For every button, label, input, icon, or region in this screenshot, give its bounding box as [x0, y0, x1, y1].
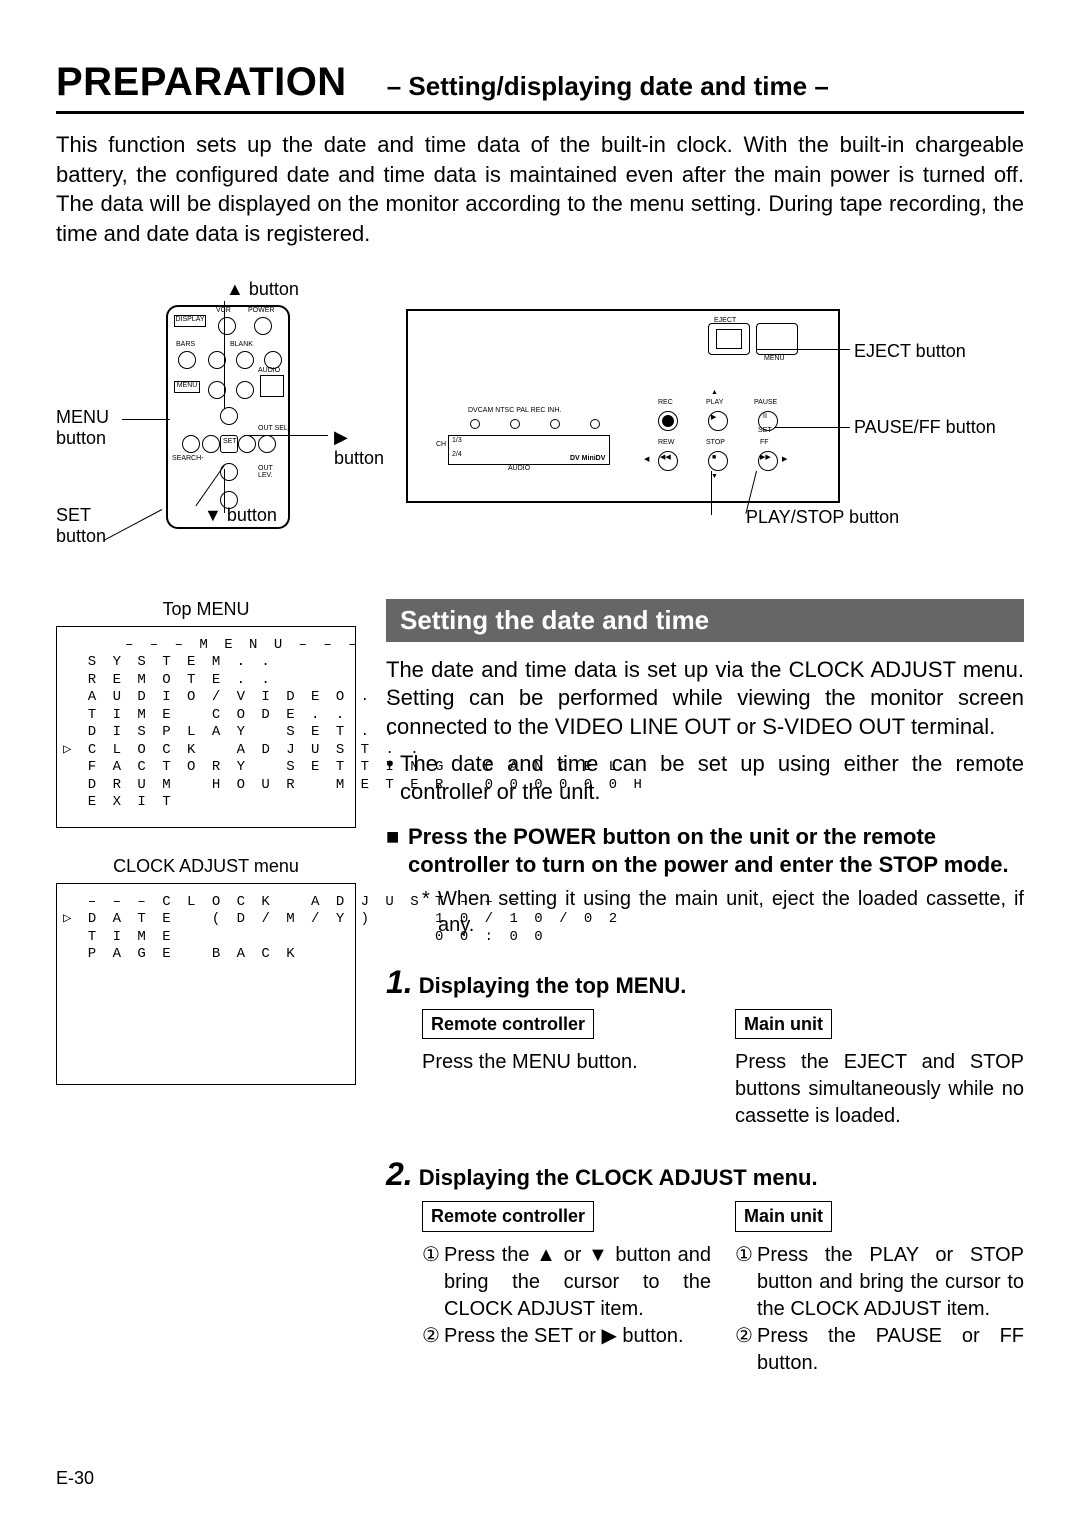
step-col-unit: Main unit Press the EJECT and STOP button… [735, 1009, 1024, 1130]
clock-menu-box: – – – C L O C K A D J U S T – – – ▷ D A … [56, 883, 356, 1085]
method-label: Main unit [735, 1009, 832, 1039]
step-line: ①Press the ▲ or ▼ button and bring the c… [422, 1242, 711, 1323]
step-col-remote: Remote controller ①Press the ▲ or ▼ butto… [422, 1201, 711, 1376]
menu-button-label: MENU button [56, 407, 126, 449]
deck-outline: EJECT MENU DVCAM NTSC PAL REC INH. 1/3 C… [406, 309, 840, 503]
step-number: 2. [386, 1156, 413, 1193]
up-button-label: button [226, 279, 299, 300]
remote-diagram: button button button MENU button SET but… [56, 279, 356, 559]
pause-ff-button-label: PAUSE/FF button [854, 417, 996, 438]
page-number: E-30 [56, 1468, 94, 1489]
set-button-label: SET button [56, 505, 126, 547]
section-title-bar: Setting the date and time [386, 599, 1024, 642]
top-menu-title: Top MENU [56, 599, 356, 620]
step-line: ①Press the PLAY or STOP button and bring… [735, 1242, 1024, 1323]
step-line: Press the EJECT and STOP buttons simulta… [735, 1049, 1024, 1130]
header-subtitle: – Setting/displaying date and time – [387, 71, 829, 102]
lower-columns: Top MENU – – – M E N U – – – S Y S T E M… [56, 599, 1024, 1377]
method-label: Main unit [735, 1201, 832, 1231]
method-label: Remote controller [422, 1201, 594, 1231]
right-instruction-column: Setting the date and time The date and t… [386, 599, 1024, 1377]
diagram-row: button button button MENU button SET but… [56, 279, 1024, 559]
steps-container: 1.Displaying the top MENU. Remote control… [386, 964, 1024, 1377]
step-two-col: Remote controller ①Press the ▲ or ▼ butto… [422, 1201, 1024, 1376]
eject-button-label: EJECT button [854, 341, 966, 362]
power-sub-note: * When setting it using the main unit, e… [422, 886, 1024, 938]
page-header: PREPARATION – Setting/displaying date an… [56, 60, 1024, 114]
deck-diagram: EJECT button PAUSE/FF button PLAY/STOP b… [386, 279, 996, 559]
step-line: ②Press the SET or ▶ button. [422, 1323, 711, 1350]
method-label: Remote controller [422, 1009, 594, 1039]
step-title: Displaying the top MENU. [419, 973, 687, 1001]
step-line: Press the MENU button. [422, 1049, 711, 1076]
remote-outline: DISPLAY VCR POWER BARS BLANK MENU AUDIO … [166, 305, 290, 529]
step-heading: 2.Displaying the CLOCK ADJUST menu. [386, 1156, 1024, 1193]
setting-intro-paragraph: The date and time data is set up via the… [386, 656, 1024, 742]
step-two-col: Remote controller Press the MENU button. M… [422, 1009, 1024, 1130]
step-line: ②Press the PAUSE or FF button. [735, 1323, 1024, 1377]
step-heading: 1.Displaying the top MENU. [386, 964, 1024, 1001]
header-title: PREPARATION [56, 60, 347, 105]
power-heading: ■ Press the POWER button on the unit or … [386, 823, 1024, 880]
play-stop-button-label: PLAY/STOP button [746, 507, 899, 528]
left-menu-column: Top MENU – – – M E N U – – – S Y S T E M… [56, 599, 356, 1377]
right-button-label: button [334, 427, 384, 469]
intro-paragraph: This function sets up the date and time … [56, 130, 1024, 249]
setting-bullet: • The date and time can be set up using … [386, 750, 1024, 807]
step-title: Displaying the CLOCK ADJUST menu. [419, 1165, 818, 1193]
step-number: 1. [386, 964, 413, 1001]
top-menu-box: – – – M E N U – – – S Y S T E M . . R E … [56, 626, 356, 828]
step-col-remote: Remote controller Press the MENU button. [422, 1009, 711, 1130]
step-col-unit: Main unit ①Press the PLAY or STOP button … [735, 1201, 1024, 1376]
clock-menu-title: CLOCK ADJUST menu [56, 856, 356, 877]
